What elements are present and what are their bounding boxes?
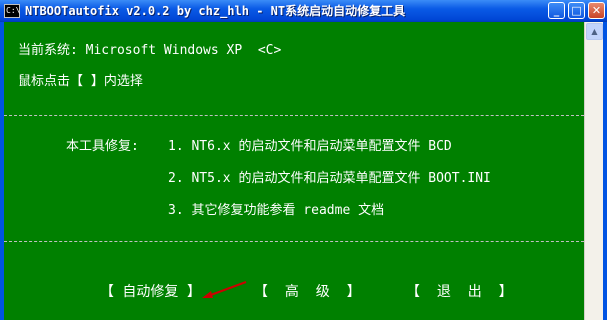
repair-item-1: 1. NT6.x 的启动文件和启动菜单配置文件 BCD: [168, 139, 452, 154]
repair-item-2: 2. NT5.x 的启动文件和启动菜单配置文件 BOOT.INI: [168, 171, 491, 186]
minimize-button[interactable]: _: [548, 2, 565, 19]
repair-item-3: 3. 其它修复功能参看 readme 文档: [168, 203, 385, 218]
instruction-line: 鼠标点击【 】内选择: [18, 74, 143, 89]
tool-repair-label: 本工具修复:: [66, 139, 139, 154]
close-button[interactable]: ✕: [588, 2, 605, 19]
app-window: C:\ NTBOOTautofix v2.0.2 by chz_hlh - NT…: [0, 0, 607, 320]
pointer-arrow-icon: [202, 281, 247, 298]
maximize-button[interactable]: □: [568, 2, 585, 19]
separator-top: [4, 115, 584, 116]
vertical-scrollbar[interactable]: ▲: [584, 22, 603, 320]
advanced-button[interactable]: 【 高 级 】: [254, 283, 361, 301]
console-icon[interactable]: C:\: [4, 4, 20, 18]
current-system-line: 当前系统: Microsoft Windows XP <C>: [18, 43, 282, 58]
scroll-up-icon[interactable]: ▲: [586, 23, 603, 40]
separator-bottom: [4, 241, 584, 242]
window-frame-right: [603, 22, 607, 320]
auto-repair-button[interactable]: 【 自动修复 】: [100, 283, 201, 301]
console-area: 当前系统: Microsoft Windows XP <C> 鼠标点击【 】内选…: [4, 22, 584, 320]
window-title: NTBOOTautofix v2.0.2 by chz_hlh - NT系统启动…: [25, 4, 406, 18]
title-bar[interactable]: C:\ NTBOOTautofix v2.0.2 by chz_hlh - NT…: [0, 0, 607, 22]
exit-button[interactable]: 【 退 出 】: [406, 283, 513, 301]
